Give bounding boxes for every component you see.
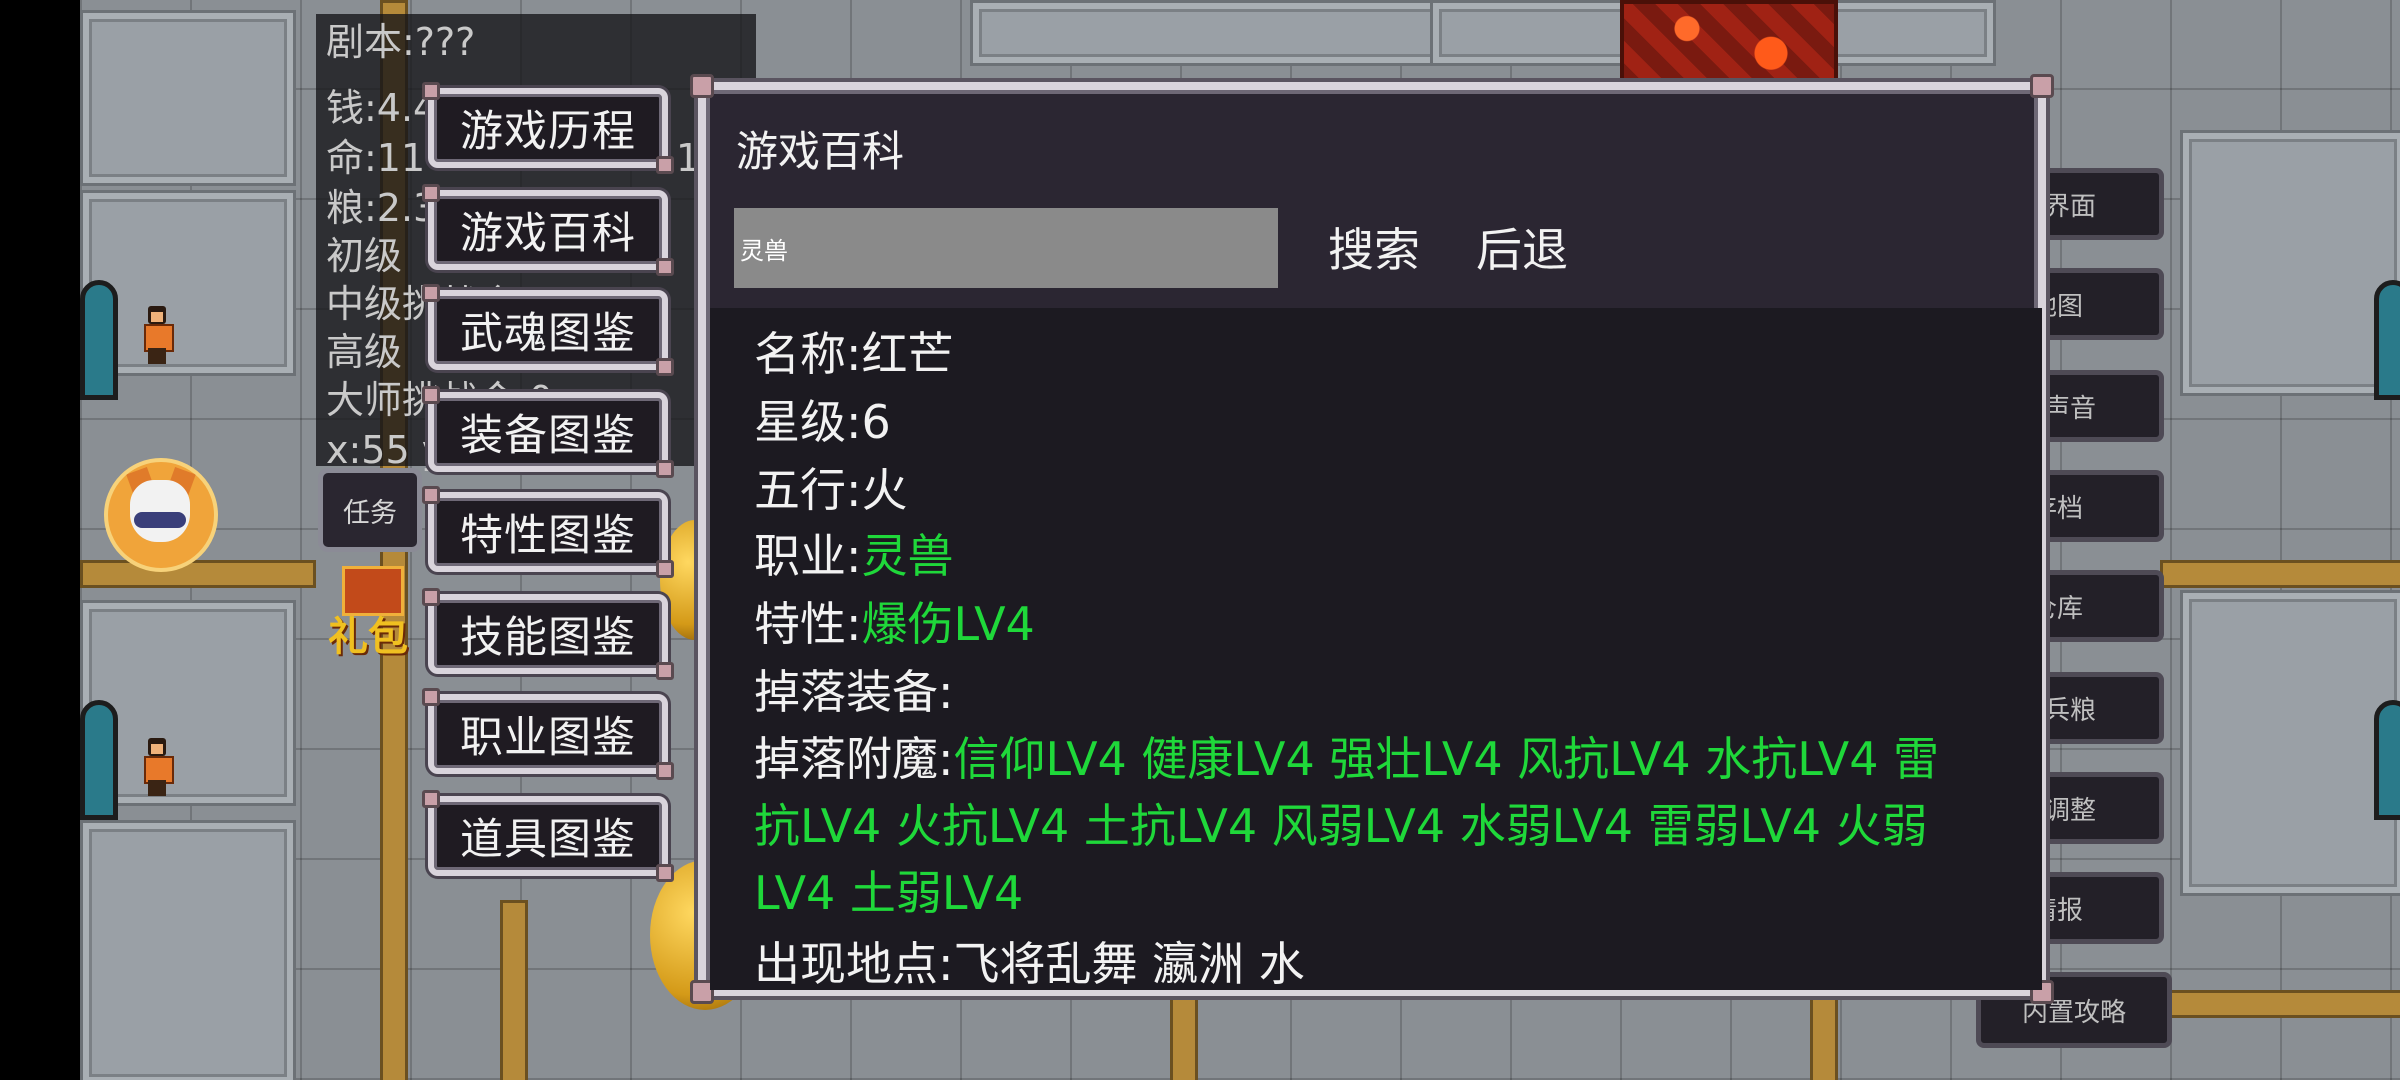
coords-text: x:55 y xyxy=(326,428,445,472)
rail-track xyxy=(2160,560,2400,588)
gift-label: 礼包 xyxy=(328,614,408,660)
menu-trait-gallery[interactable]: 特性图鉴 xyxy=(422,486,674,578)
script-text: 剧本:??? xyxy=(326,20,476,64)
npc-sprite[interactable] xyxy=(140,306,174,366)
menu-skill-gallery[interactable]: 技能图鉴 xyxy=(422,588,674,680)
player-avatar[interactable] xyxy=(104,458,218,572)
floor-tile xyxy=(80,10,296,186)
drop-enchant-row: 掉落附魔:信仰LV4 健康LV4 强壮LV4 风抗LV4 水抗LV4 雷抗LV4… xyxy=(754,726,1950,930)
floor-tile xyxy=(970,0,1446,66)
job-value: 灵兽 xyxy=(861,529,954,583)
drop-equipment-label: 掉落装备: xyxy=(754,665,954,719)
element-value: 火 xyxy=(861,463,908,517)
star-value: 6 xyxy=(861,395,891,449)
rail-track xyxy=(2160,990,2400,1018)
element-row: 五行:火 xyxy=(754,460,908,520)
floor-tile xyxy=(2180,590,2400,896)
encyclopedia-dialog: 游戏百科 搜索 后退 名称:红芒 星级:6 五行:火 职业:灵兽 特性:爆伤LV… xyxy=(690,74,2054,1004)
npc-sprite[interactable] xyxy=(140,738,174,798)
drop-equipment-row: 掉落装备: xyxy=(754,662,954,722)
search-button[interactable]: 搜索 xyxy=(1328,214,1420,280)
menu-job-gallery[interactable]: 职业图鉴 xyxy=(422,688,674,780)
location-label: 出现地点: xyxy=(754,937,954,990)
menu-game-encyclopedia[interactable]: 游戏百科 xyxy=(422,184,674,276)
name-row: 名称:红芒 xyxy=(754,324,954,384)
lava-tile xyxy=(1620,0,1838,90)
gift-button[interactable]: 礼包 xyxy=(328,566,418,660)
menu-equipment-gallery[interactable]: 装备图鉴 xyxy=(422,386,674,478)
menu-item-gallery[interactable]: 道具图鉴 xyxy=(422,790,674,882)
location-row: 出现地点:飞将乱舞 瀛洲 水 xyxy=(754,934,1305,990)
senior-challenge-text: 高级 xyxy=(326,330,403,374)
dialog-title: 游戏百科 xyxy=(736,127,905,176)
job-label: 职业: xyxy=(754,529,862,583)
rail-track xyxy=(500,900,528,1080)
location-value: 飞将乱舞 瀛洲 水 xyxy=(953,937,1305,990)
life-text: 命:11 xyxy=(326,136,426,180)
job-row: 职业:灵兽 xyxy=(754,526,954,586)
rail-track xyxy=(80,560,316,588)
star-label: 星级: xyxy=(754,395,862,449)
door-left-upper xyxy=(80,280,118,400)
trait-value: 爆伤LV4 xyxy=(861,597,1035,651)
trait-label: 特性: xyxy=(754,597,862,651)
dialog-corner xyxy=(2030,74,2054,98)
name-label: 名称: xyxy=(754,327,862,381)
search-input[interactable] xyxy=(734,208,1278,288)
name-value: 红芒 xyxy=(861,327,954,381)
task-button[interactable]: 任务 xyxy=(318,468,422,552)
back-button[interactable]: 后退 xyxy=(1476,214,1568,280)
star-row: 星级:6 xyxy=(754,392,891,452)
dialog-corner xyxy=(690,74,714,98)
door-right-lower xyxy=(2374,700,2400,820)
door-left-lower xyxy=(80,700,118,820)
trait-row: 特性:爆伤LV4 xyxy=(754,594,1035,654)
door-right-upper xyxy=(2374,280,2400,400)
floor-tile xyxy=(80,820,296,1080)
floor-tile xyxy=(2180,130,2400,396)
junior-challenge-text: 初级 xyxy=(326,234,403,278)
game-screen: 剧本:??? 钱:4.4亿 命:11 12 粮:2.3亿 初级 中级挑战令:6 … xyxy=(0,0,2400,1080)
menu-game-history[interactable]: 游戏历程 xyxy=(422,82,674,174)
drop-enchant-label: 掉落附魔: xyxy=(754,732,954,786)
menu-soul-gallery[interactable]: 武魂图鉴 xyxy=(422,284,674,376)
entry-detail-panel[interactable]: 名称:红芒 星级:6 五行:火 职业:灵兽 特性:爆伤LV4 掉落装备: 掉落附… xyxy=(710,308,2042,990)
element-label: 五行: xyxy=(754,463,862,517)
